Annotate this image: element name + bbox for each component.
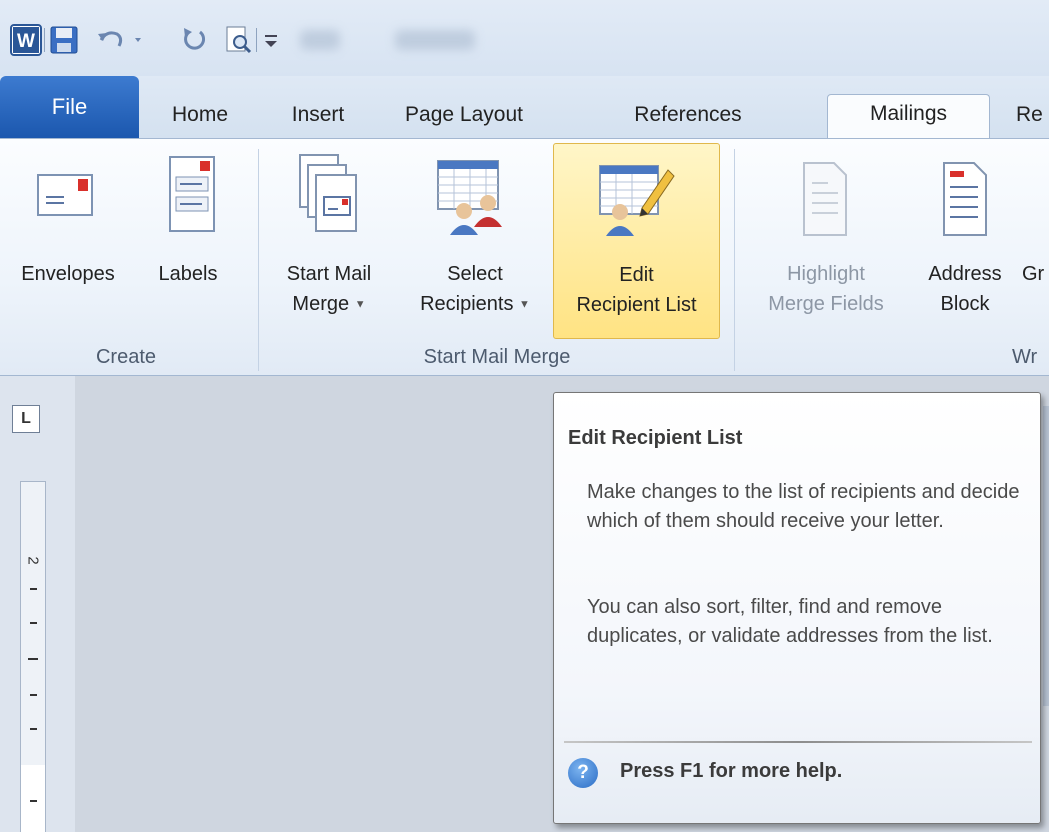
ruler-number: 2 <box>24 556 42 565</box>
save-icon[interactable] <box>48 24 80 56</box>
toolbar-separator <box>44 28 45 52</box>
tooltip-help-text: Press F1 for more help. <box>620 760 843 782</box>
address-block-icon <box>943 162 987 236</box>
tooltip-description-extra: You can also sort, filter, find and remo… <box>587 596 993 647</box>
documents-stack-icon <box>299 154 357 232</box>
ribbon-mailings: Envelopes Labels Create Start Mail Merge… <box>0 138 1049 376</box>
ruler-tick <box>30 588 37 590</box>
tab-insert[interactable]: Insert <box>268 96 368 134</box>
ruler-tick <box>30 622 37 624</box>
highlight-fields-icon <box>803 162 847 236</box>
greeting-line-button-partial[interactable]: Gr <box>1018 143 1049 339</box>
select-recipients-line2: Recipients <box>420 293 514 315</box>
group-label-create: Create <box>95 346 157 368</box>
labels-button[interactable]: Labels <box>138 143 238 339</box>
highlight-line1: Highlight <box>787 263 865 285</box>
tooltip-edit-recipient-list: Edit Recipient List Make changes to the … <box>553 392 1041 824</box>
blurred-toolbar-item <box>300 30 340 50</box>
blurred-toolbar-item <box>395 30 475 50</box>
select-recipients-line1: Select <box>447 263 503 285</box>
address-line2: Block <box>940 293 990 315</box>
tab-mailings[interactable]: Mailings <box>827 94 990 138</box>
edit-recipients-icon <box>599 165 675 236</box>
tab-file[interactable]: File <box>0 76 139 138</box>
ruler-tick <box>28 658 38 660</box>
labels-label: Labels <box>158 263 218 285</box>
toolbar-separator <box>256 28 257 52</box>
labels-icon <box>169 156 215 232</box>
start-mail-merge-line1: Start Mail <box>286 263 372 285</box>
undo-icon[interactable] <box>95 24 141 56</box>
ribbon-tab-bar: File Home Insert Page Layout References … <box>0 76 1049 138</box>
edit-recipient-list-button[interactable]: Edit Recipient List <box>553 143 720 339</box>
tab-references[interactable]: References <box>568 96 808 134</box>
group-label-start-mail-merge: Start Mail Merge <box>423 346 571 368</box>
start-mail-merge-button[interactable]: Start Mail Merge ▼ <box>268 143 390 339</box>
recipients-icon <box>437 160 502 235</box>
address-block-button[interactable]: Address Block <box>910 143 1020 339</box>
tab-home[interactable]: Home <box>150 96 250 134</box>
tab-review-partial[interactable]: Re <box>1016 96 1049 134</box>
group-separator <box>734 149 735 371</box>
select-recipients-label: Select Recipients ▼ <box>404 259 546 320</box>
highlight-merge-fields-label: Highlight Merge Fields <box>744 259 908 319</box>
highlight-merge-fields-button[interactable]: Highlight Merge Fields <box>744 143 908 339</box>
word-app-icon[interactable]: W <box>10 24 42 56</box>
address-line1: Address <box>928 263 1002 285</box>
group-label-write-insert-partial: Wr <box>1012 346 1038 368</box>
greeting-line-label-partial: Gr <box>1022 263 1045 285</box>
select-recipients-button[interactable]: Select Recipients ▼ <box>404 143 546 339</box>
edit-recipient-line2: Recipient List <box>576 294 697 316</box>
help-icon: ? <box>568 758 598 788</box>
quick-access-toolbar: W <box>0 0 1049 76</box>
highlight-line2: Merge Fields <box>768 293 884 315</box>
ruler-tick <box>30 728 37 730</box>
start-mail-merge-line2: Merge <box>292 293 350 315</box>
group-separator <box>258 149 259 371</box>
start-mail-merge-label: Start Mail Merge ▼ <box>268 259 390 320</box>
ruler-page-region <box>21 765 45 832</box>
svg-text:W: W <box>17 31 35 52</box>
envelopes-label: Envelopes <box>21 263 115 285</box>
tooltip-description: Make changes to the list of recipients a… <box>587 481 1020 532</box>
vertical-ruler: 2 <box>20 481 46 832</box>
tab-page-layout[interactable]: Page Layout <box>384 96 544 134</box>
dropdown-arrow-icon: ▼ <box>354 298 366 311</box>
address-block-label: Address Block <box>910 259 1020 319</box>
tooltip-divider <box>564 741 1032 743</box>
vertical-scrollbar[interactable] <box>1043 406 1049 706</box>
dropdown-arrow-icon: ▼ <box>519 298 530 311</box>
tooltip-title: Edit Recipient List <box>568 427 743 449</box>
envelope-icon <box>37 174 93 216</box>
redo-icon[interactable] <box>178 24 210 56</box>
ruler-tick <box>30 800 37 802</box>
envelopes-button[interactable]: Envelopes <box>2 143 134 339</box>
tab-selector[interactable]: L <box>12 405 40 433</box>
edit-recipient-line1: Edit <box>619 264 654 286</box>
ruler-tick <box>30 694 37 696</box>
edit-recipient-list-label: Edit Recipient List <box>554 260 719 320</box>
customize-toolbar-icon[interactable] <box>262 24 294 56</box>
print-preview-icon[interactable] <box>222 24 254 56</box>
